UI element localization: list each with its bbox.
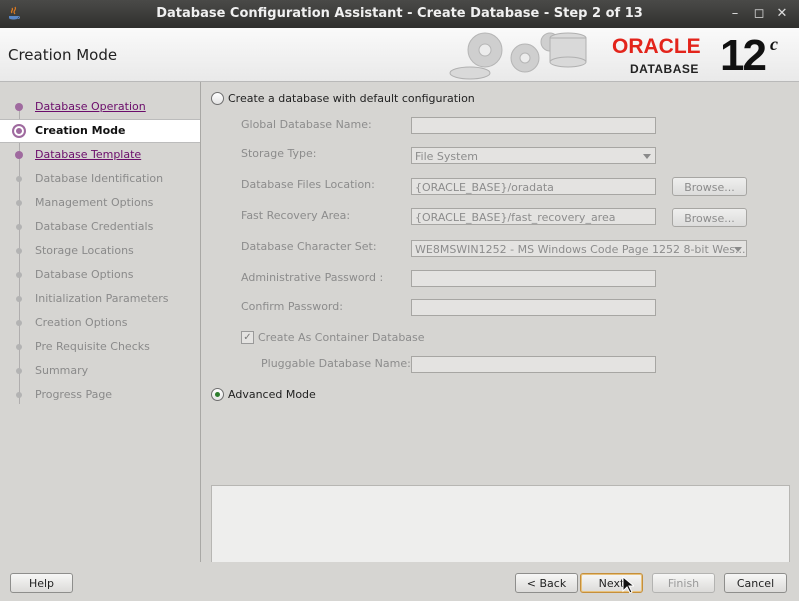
- step-progress-page: Progress Page: [0, 384, 200, 406]
- step-pending-icon: [16, 200, 22, 206]
- step-done-icon: [15, 103, 23, 111]
- charset-select[interactable]: WE8MSWIN1252 - MS Windows Code Page 1252…: [411, 240, 747, 257]
- storage-type-label: Storage Type:: [241, 147, 317, 160]
- step-label: Database Template: [35, 148, 142, 161]
- oracle-brand-text: ORACLE: [612, 35, 701, 58]
- step-label: Progress Page: [35, 388, 113, 401]
- step-pending-icon: [16, 272, 22, 278]
- step-label: Database Operation: [35, 100, 146, 113]
- step-pending-icon: [16, 368, 22, 374]
- help-button[interactable]: Help: [10, 573, 73, 593]
- step-database-credentials: Database Credentials: [0, 216, 200, 238]
- fast-recovery-area-field[interactable]: {ORACLE_BASE}/fast_recovery_area: [411, 208, 656, 225]
- fast-recovery-browse-button[interactable]: Browse...: [672, 208, 747, 227]
- window-titlebar: Database Configuration Assistant - Creat…: [0, 0, 799, 28]
- step-label: Database Options: [35, 268, 134, 281]
- finish-button: Finish: [652, 573, 715, 593]
- step-label: Creation Options: [35, 316, 128, 329]
- oracle-logo: ORACLE DATABASE 12 c: [608, 31, 796, 80]
- step-pending-icon: [16, 392, 22, 398]
- step-label: Storage Locations: [35, 244, 134, 257]
- step-database-template[interactable]: Database Template: [0, 144, 200, 166]
- step-label: Initialization Parameters: [35, 292, 169, 305]
- db-files-location-label: Database Files Location:: [241, 178, 375, 191]
- charset-value: WE8MSWIN1252 - MS Windows Code Page 1252…: [415, 243, 746, 256]
- step-pending-icon: [16, 224, 22, 230]
- step-database-operation[interactable]: Database Operation: [0, 96, 200, 118]
- db-files-location-field[interactable]: {ORACLE_BASE}/oradata: [411, 178, 656, 195]
- step-initialization-parameters: Initialization Parameters: [0, 288, 200, 310]
- fast-recovery-area-label: Fast Recovery Area:: [241, 209, 351, 222]
- global-db-name-label: Global Database Name:: [241, 118, 372, 131]
- global-db-name-field[interactable]: [411, 117, 656, 134]
- step-database-options: Database Options: [0, 264, 200, 286]
- minimize-icon[interactable]: –: [727, 6, 743, 22]
- back-button[interactable]: < Back: [515, 573, 578, 593]
- step-database-identification: Database Identification: [0, 168, 200, 190]
- page-title: Creation Mode: [8, 46, 118, 64]
- confirm-password-label: Confirm Password:: [241, 300, 343, 313]
- version-suffix: c: [770, 34, 778, 54]
- chevron-down-icon: [643, 154, 651, 159]
- step-pending-icon: [16, 296, 22, 302]
- database-product-text: DATABASE: [630, 62, 699, 76]
- page-header: Creation Mode ORACLE DATABASE 12 c: [0, 28, 799, 82]
- step-label: Database Credentials: [35, 220, 154, 233]
- step-label: Pre Requisite Checks: [35, 340, 150, 353]
- step-label: Summary: [35, 364, 89, 377]
- step-pending-icon: [16, 344, 22, 350]
- admin-password-field[interactable]: [411, 270, 656, 287]
- default-config-label: Create a database with default configura…: [228, 92, 475, 105]
- step-label: Creation Mode: [35, 124, 126, 137]
- default-config-radio[interactable]: [211, 92, 224, 105]
- advanced-mode-label: Advanced Mode: [228, 388, 316, 401]
- window-title: Database Configuration Assistant - Creat…: [156, 6, 643, 21]
- step-storage-locations: Storage Locations: [0, 240, 200, 262]
- container-db-checkbox[interactable]: ✓: [241, 331, 254, 344]
- description-panel: [211, 485, 790, 563]
- pluggable-db-name-field[interactable]: [411, 356, 656, 373]
- advanced-mode-radio[interactable]: [211, 388, 224, 401]
- db-files-browse-button[interactable]: Browse...: [672, 177, 747, 196]
- step-current-icon: [12, 124, 26, 138]
- step-pending-icon: [16, 248, 22, 254]
- chevron-down-icon: [734, 247, 742, 252]
- step-pre-requisite-checks: Pre Requisite Checks: [0, 336, 200, 358]
- step-label: Management Options: [35, 196, 154, 209]
- step-management-options: Management Options: [0, 192, 200, 214]
- steps-sidebar: Database Operation Creation Mode Databas…: [0, 82, 201, 562]
- close-icon[interactable]: ✕: [774, 6, 790, 22]
- pluggable-db-name-label: Pluggable Database Name:: [261, 357, 411, 370]
- confirm-password-field[interactable]: [411, 299, 656, 316]
- step-summary: Summary: [0, 360, 200, 382]
- step-creation-mode[interactable]: Creation Mode: [0, 119, 200, 143]
- step-done-icon: [15, 151, 23, 159]
- step-pending-icon: [16, 320, 22, 326]
- storage-type-select[interactable]: File System: [411, 147, 656, 164]
- storage-type-value: File System: [415, 150, 478, 163]
- maximize-icon[interactable]: ◻: [751, 6, 767, 22]
- container-db-label: Create As Container Database: [258, 331, 425, 344]
- step-label: Database Identification: [35, 172, 164, 185]
- main-panel: Create a database with default configura…: [201, 82, 799, 563]
- step-creation-options: Creation Options: [0, 312, 200, 334]
- wizard-footer: Help < Back Next Finish Cancel: [0, 562, 799, 601]
- charset-label: Database Character Set:: [241, 240, 377, 253]
- admin-password-label: Administrative Password :: [241, 271, 384, 284]
- step-pending-icon: [16, 176, 22, 182]
- version-number: 12: [720, 31, 767, 80]
- gears-graphic: [440, 28, 610, 81]
- mouse-cursor-icon: [622, 575, 636, 597]
- cancel-button[interactable]: Cancel: [724, 573, 787, 593]
